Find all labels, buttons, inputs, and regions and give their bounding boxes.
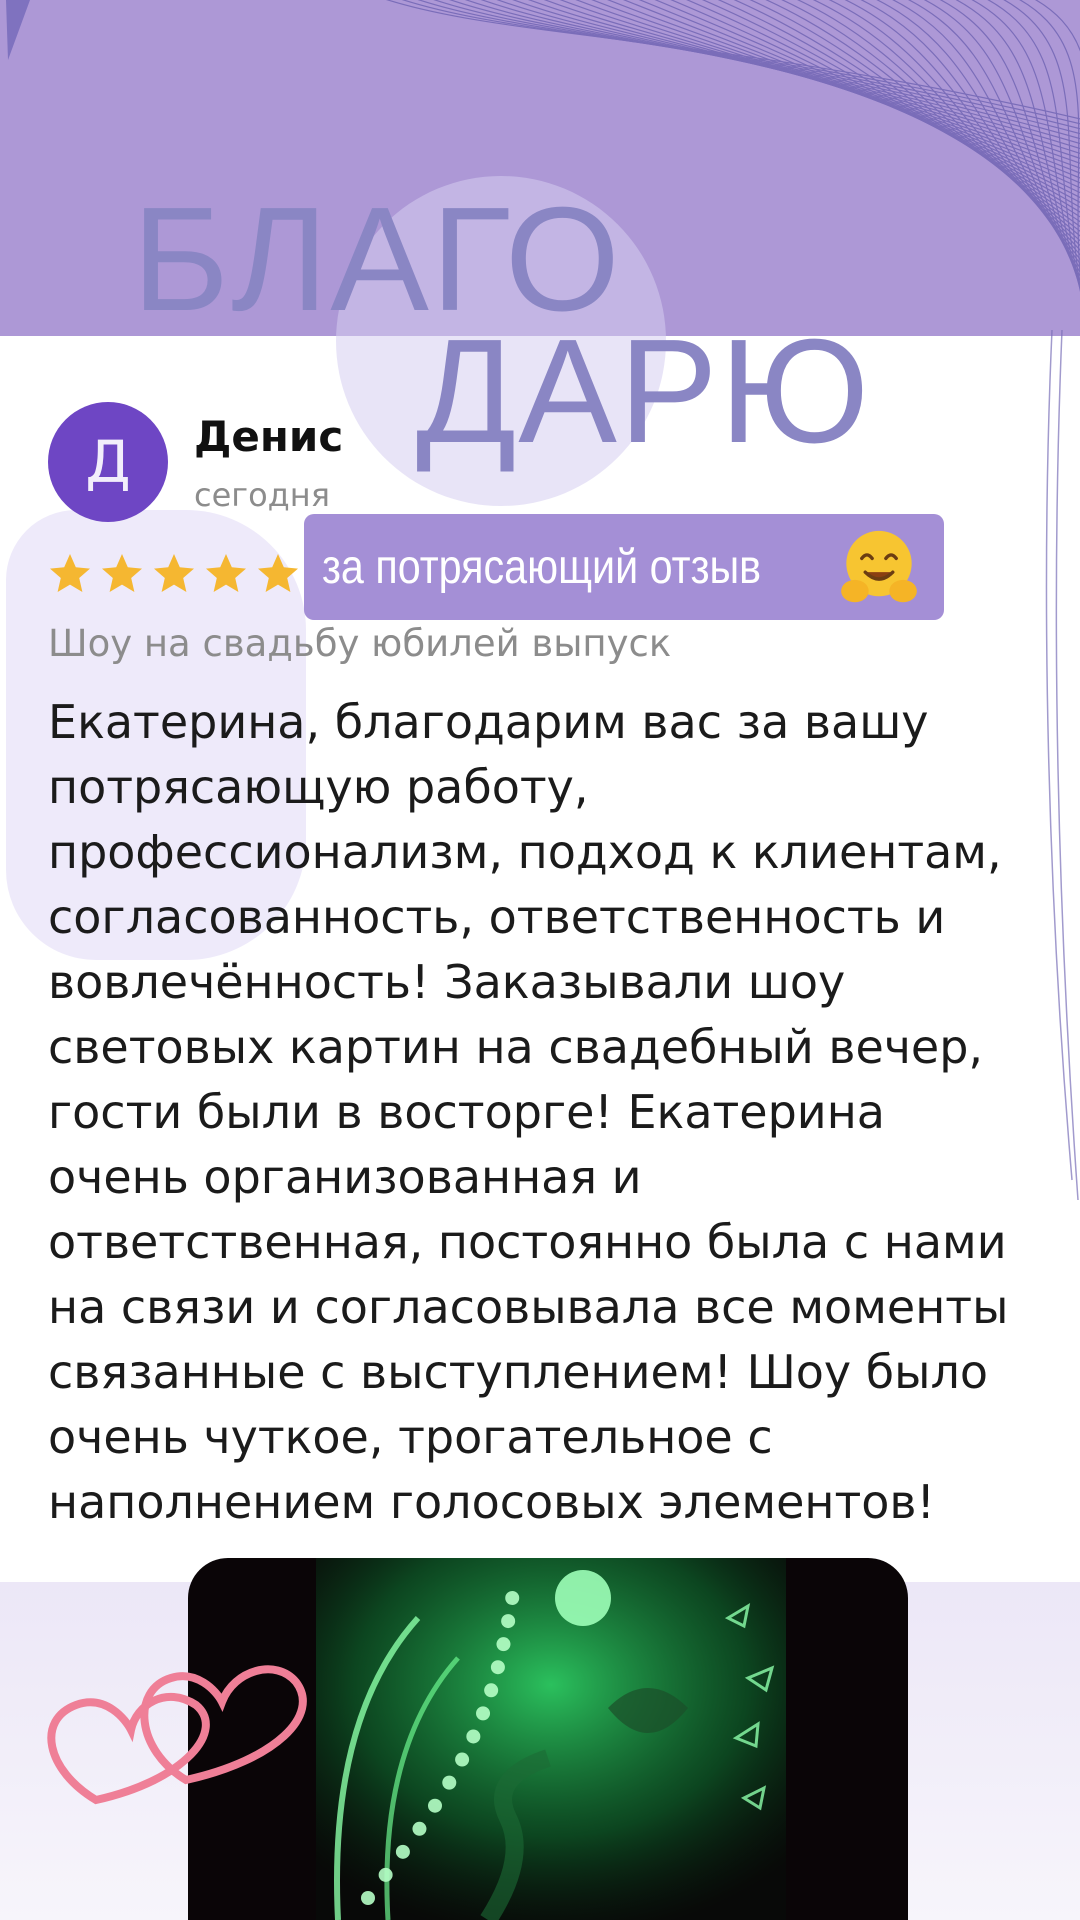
star-icon <box>154 554 194 592</box>
review-text-line: согласованность, ответственность и <box>48 890 946 944</box>
review-text-line: наполнением голосовых элементов! <box>48 1475 935 1529</box>
star-icon <box>102 554 142 592</box>
double-heart-outline-icon <box>47 1665 307 1805</box>
author-name: Денис <box>194 412 344 461</box>
headline-line-2: ДАРЮ <box>416 309 872 474</box>
review-text-line: очень чуткое, трогательное с <box>48 1410 773 1464</box>
review-text-line: связанные с выступлением! Шоу было <box>48 1345 988 1399</box>
star-icon <box>206 554 246 592</box>
avatar: Д <box>48 402 168 522</box>
review-text-line: потрясающую работу, <box>48 760 589 814</box>
review-text-line: световых картин на свадебный вечер, <box>48 1020 984 1074</box>
review-text-line: на связи и согласовывала все моменты <box>48 1280 1009 1334</box>
review-text: Екатерина, благодарим вас за вашу потряса… <box>48 690 1048 1535</box>
banner-text: за потрясающий отзыв <box>322 540 762 594</box>
review-text-line: очень организованная и <box>48 1150 642 1204</box>
review-date: сегодня <box>194 476 330 514</box>
review-text-line: гости были в восторге! Екатерина <box>48 1085 885 1139</box>
review-text-line: профессионализм, подход к клиентам, <box>48 825 1002 879</box>
star-icon <box>50 554 90 592</box>
service-name: Шоу на свадьбу юбилей выпуск <box>48 622 672 665</box>
rating-stars <box>46 550 302 598</box>
thanks-banner: за потрясающий отзыв <box>304 514 944 620</box>
review-text-line: ответственная, постоянно была с нами <box>48 1215 1007 1269</box>
review-text-line: вовлечённость! Заказывали шоу <box>48 955 846 1009</box>
star-icon <box>258 554 298 592</box>
review-text-line: Екатерина, благодарим вас за вашу <box>48 695 929 749</box>
hugging-face-icon <box>841 530 917 603</box>
